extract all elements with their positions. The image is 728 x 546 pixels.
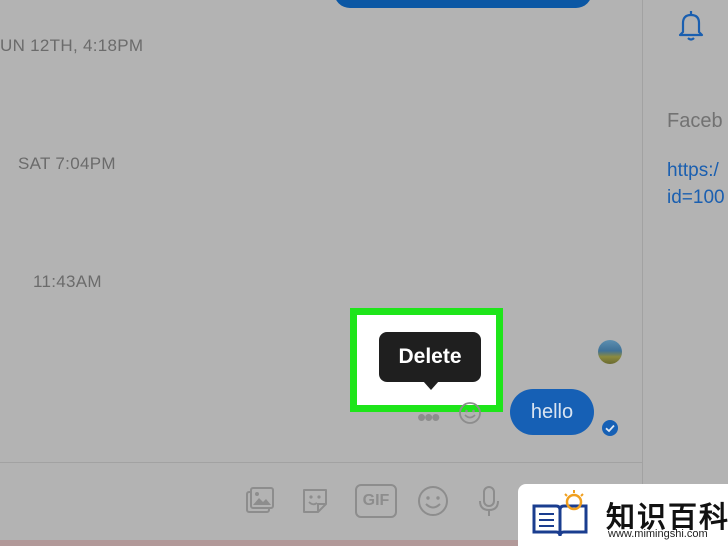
composer-divider <box>0 462 642 463</box>
delete-tooltip[interactable]: Delete <box>379 332 481 382</box>
avatar <box>598 340 622 364</box>
sticker-icon[interactable] <box>298 484 332 518</box>
window-edge <box>0 540 518 546</box>
bell-icon[interactable] <box>675 8 707 42</box>
message-bubble[interactable]: hello <box>510 389 594 435</box>
book-lightbulb-logo-icon <box>532 490 588 537</box>
tooltip-arrow <box>423 381 439 390</box>
more-options-icon[interactable]: ••• <box>417 402 440 433</box>
timestamp: UN 12TH, 4:18PM <box>0 36 144 55</box>
timestamp: SAT 7:04PM <box>18 154 116 173</box>
gif-button[interactable]: GIF <box>355 484 397 518</box>
sent-message-bubble-partial[interactable] <box>334 0 592 8</box>
info-sidebar <box>642 0 728 546</box>
emoji-icon[interactable] <box>416 484 450 518</box>
seen-check-icon <box>602 420 618 436</box>
profile-link[interactable]: https:/ <box>667 160 719 182</box>
profile-link[interactable]: id=100 <box>667 187 725 209</box>
chat-panel: UN 12TH, 4:18PM SAT 7:04PM 11:43AM Delet… <box>0 0 642 546</box>
sidebar-label: Faceb <box>667 110 723 132</box>
react-emoji-icon[interactable] <box>458 401 482 425</box>
watermark: 知识百科 www.mimingshi.com <box>518 484 728 546</box>
photo-icon[interactable] <box>242 484 276 518</box>
watermark-url: www.mimingshi.com <box>608 528 708 540</box>
timestamp: 11:43AM <box>33 272 102 291</box>
gif-label: GIF <box>362 492 390 509</box>
microphone-icon[interactable] <box>472 484 506 518</box>
